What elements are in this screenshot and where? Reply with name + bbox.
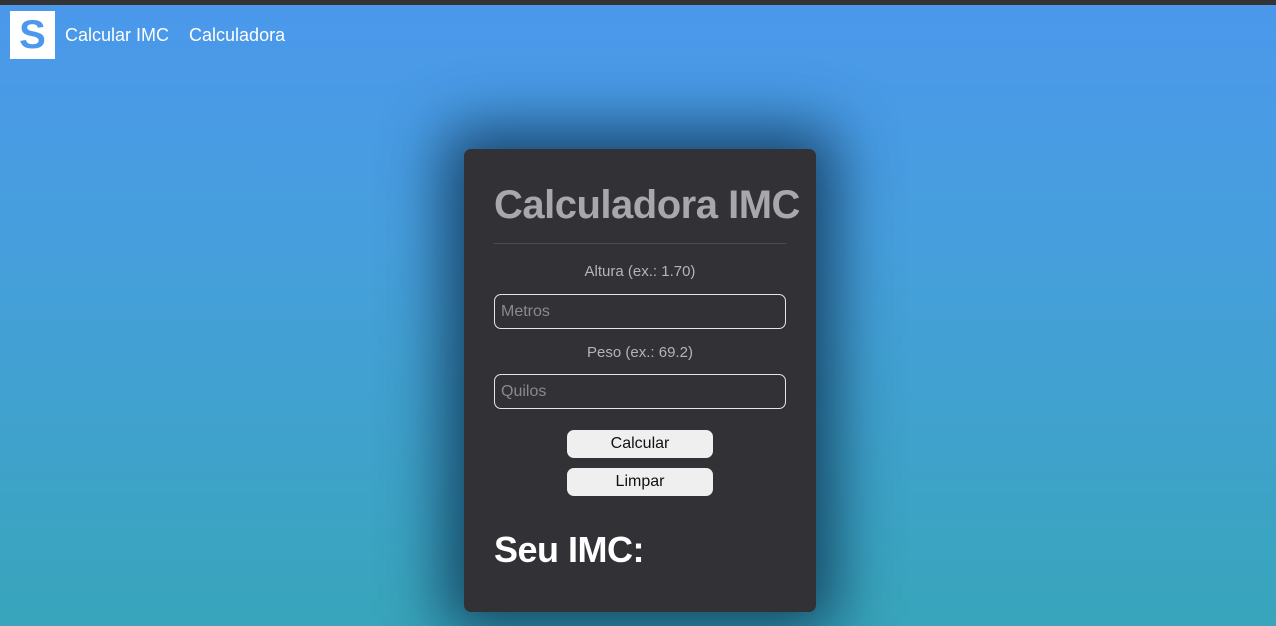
nav-link-calculadora[interactable]: Calculadora <box>189 25 285 46</box>
height-input[interactable] <box>494 294 786 329</box>
nav-link-calcular-imc[interactable]: Calcular IMC <box>65 25 169 46</box>
calculate-button[interactable]: Calcular <box>567 430 713 458</box>
card-title: Calculadora IMC <box>494 183 800 227</box>
brand-logo[interactable]: S <box>10 11 55 59</box>
navbar: S Calcular IMC Calculadora <box>10 11 285 59</box>
top-window-strip <box>0 0 1276 5</box>
weight-input[interactable] <box>494 374 786 409</box>
result-title: Seu IMC: <box>494 529 645 570</box>
brand-logo-letter: S <box>19 13 46 57</box>
clear-button[interactable]: Limpar <box>567 468 713 496</box>
weight-label: Peso (ex.: 69.2) <box>587 344 693 361</box>
height-label: Altura (ex.: 1.70) <box>584 263 696 280</box>
title-divider <box>494 243 786 244</box>
bmi-calculator-card: Calculadora IMC Altura (ex.: 1.70) Peso … <box>464 149 816 612</box>
